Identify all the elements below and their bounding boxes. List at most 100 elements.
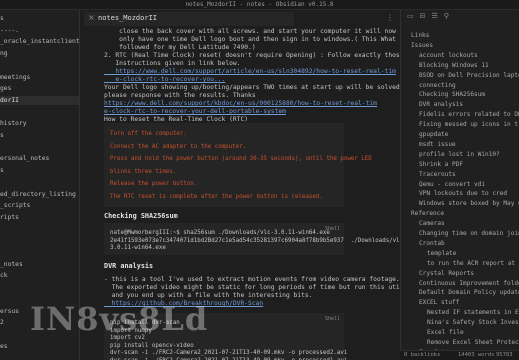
outline-item[interactable]: Changing time on domain joined (419, 230, 519, 238)
note-line: The exported video might be static for l… (104, 284, 400, 291)
outline-item[interactable]: Fixing messed up icons in tray (419, 121, 519, 129)
outline-item[interactable]: Remove Excel Sheet Protection (427, 339, 519, 347)
files-icon[interactable]: ▭ (407, 12, 414, 20)
code-line: Press and hold the power button (around … (110, 156, 372, 162)
word-count: 14403 words (458, 352, 495, 358)
file-explorer-item[interactable]: dorII (0, 95, 79, 105)
outline-item[interactable]: Blocking Windows 11 (419, 62, 489, 70)
outline-item[interactable]: DVR analysis (419, 101, 463, 109)
code-line: import cv2 (110, 335, 145, 341)
file-explorer-item[interactable]: es (0, 342, 8, 351)
outline-item[interactable]: Reference (411, 210, 444, 218)
outline-item[interactable]: Continuous Improvement folder (419, 280, 519, 288)
status-bar: 0 backlinks 14403 words 95783 (400, 350, 519, 360)
code-line: Connect the AC adapter to the computer. (110, 143, 247, 150)
note-line: Your Dell logo showing up/booting/appear… (104, 84, 400, 91)
note-link[interactable]: https://www.dell.com/support/article/en-… (104, 68, 396, 76)
outline-item[interactable]: gpupdate (419, 131, 448, 139)
sha-code-block: Shell nate@MwmorbergIII:~$ sha256sum ./Do… (104, 223, 400, 255)
file-explorer-item[interactable]: s (0, 166, 4, 175)
outline-item[interactable]: Tracerouts (419, 171, 456, 179)
outline-item[interactable]: Excel file (427, 329, 464, 337)
outline-item[interactable]: to run the ACR report at 6am (427, 260, 519, 268)
file-explorer-item[interactable]: history (0, 119, 27, 128)
outline-item[interactable]: template (427, 250, 456, 258)
outline-item[interactable]: Cameras (419, 220, 445, 228)
note-line: 2. RTC (Real Time Clock) reset( doesn't … (104, 52, 400, 59)
note-link[interactable]: e-clock-rtc-to-recover-you... (104, 76, 225, 84)
more-options-icon[interactable]: ⋮ (386, 13, 394, 22)
tab-notes-mozdorii[interactable]: × notes_MozdorII (84, 12, 294, 26)
file-explorer-item[interactable]: ng (0, 49, 8, 58)
code-line: pip install dvr-scan (110, 320, 180, 326)
outline-item[interactable]: Crystal Reports (419, 270, 474, 278)
file-explorer-item[interactable]: ed_directory_listing (0, 190, 76, 199)
outline-toolbar[interactable]: ▭ ⊟ ☰ ⚲ (407, 12, 455, 20)
tab-title: notes_MozdorII (98, 14, 158, 22)
outline-item[interactable]: Nina's Safety Stock Investig (427, 319, 519, 327)
backlinks-count[interactable]: 0 backlinks (404, 352, 440, 358)
note-line: close the back cover with all screws. an… (104, 28, 396, 35)
note-link[interactable]: e-clock-rtc-to-recover-your-dell-portabl… (104, 108, 286, 116)
outline-item[interactable]: Shrink a PDF (419, 161, 463, 169)
note-line: only have one time Dell logo boot and th… (104, 36, 400, 43)
collapse-icon[interactable]: ⊟ (420, 12, 426, 20)
file-explorer-item[interactable]: ersonal_notes (0, 154, 49, 163)
outline-item[interactable]: Default Domain Policy updates (419, 289, 519, 297)
file-explorer-item[interactable]: meetings (0, 73, 30, 82)
code-line: nate@MwmorbergIII:~$ sha256sum ./Downloa… (110, 230, 330, 236)
outline-item[interactable]: Windows store boxed by May up (419, 200, 519, 208)
outline-item[interactable]: EXCEL stuff (419, 299, 459, 307)
file-explorer-item[interactable]: _scripts (0, 201, 30, 210)
character-count: 95783 (496, 352, 513, 358)
note-line: Instructions given in link below. (104, 60, 241, 67)
code-line: 2e41f1593e073e7c3474071d1bd2Bd27c1e5ad54… (110, 237, 400, 244)
code-line: dvr-scan -i ./FRC2-Camera2_2021-07-21T13… (110, 350, 348, 356)
outline-item[interactable]: Crontab (419, 240, 445, 248)
file-explorer-item[interactable]: _notes (0, 260, 23, 269)
file-explorer-item[interactable]: ck (0, 271, 8, 280)
editor-pane[interactable]: × notes_MozdorII ⋮ close the back cover … (80, 10, 400, 360)
outline-item[interactable]: Issues (411, 42, 433, 50)
code-line: Release the power button. (110, 181, 198, 187)
note-line: followed for my Dell Latitude 7490.) (104, 44, 256, 51)
code-line: Turn off the computer. (110, 131, 187, 137)
outline-pane[interactable]: ▭ ⊟ ☰ ⚲ Links Issues account lockouts Blocking… (400, 10, 519, 360)
file-explorer-item[interactable]: s (0, 14, 4, 23)
file-explorer-item[interactable]: 2 (0, 318, 4, 327)
file-explorer-item[interactable]: ersus (0, 307, 19, 316)
outline-item[interactable]: connecting (419, 82, 456, 90)
outline-item[interactable]: account lockouts (419, 52, 478, 60)
code-line: import numpy (110, 327, 152, 334)
outline-item[interactable]: Fidelis errors related to DNS (419, 111, 519, 119)
outline-item[interactable]: profile lost in Win10? (419, 151, 500, 159)
file-explorer[interactable]: s ----. _oracle_instantclientng meetings ges… (0, 10, 80, 360)
pip-code-block: Shell pip install dvr-scan import numpy imp… (104, 313, 348, 360)
outline-item[interactable]: VPN lockouts due to cred (419, 190, 507, 198)
code-line: 3.0.11-win64.exe (110, 245, 166, 251)
outline-item[interactable]: Nested IF statements in Excel (427, 309, 519, 317)
note-link[interactable]: https://www.dell.com/support/kbdoc/en-us… (104, 100, 377, 108)
note-line: please response with the results. Thanks (104, 92, 256, 99)
close-icon[interactable]: × (88, 13, 95, 22)
code-line: blinks three times. (110, 168, 177, 175)
file-explorer-item[interactable]: ----. (0, 26, 19, 35)
outline-item[interactable]: msdt issue (419, 141, 456, 149)
outline-item[interactable]: Checking SHA256sum (419, 91, 485, 99)
search-icon[interactable]: ⚲ (444, 12, 449, 20)
outline-item[interactable]: BSOD on Dell Precision laptop (419, 72, 519, 80)
outline-item[interactable]: Links (411, 32, 429, 40)
dvr-scan-link[interactable]: https://github.com/Breakthrough/DVR-Scan (104, 300, 264, 308)
heading-dvr-analysis: DVR analysis (104, 262, 154, 270)
code-language-label: Shell (324, 316, 340, 322)
file-explorer-item[interactable]: _oracle_instantclient (0, 37, 79, 46)
outline-item[interactable]: Qemu - convert vdi (419, 181, 485, 189)
file-explorer-item[interactable]: ges (0, 84, 11, 93)
file-explorer-item[interactable]: ripts (0, 213, 19, 222)
file-explorer-item[interactable]: s (0, 131, 4, 140)
window-title: notes_MozdorII - notes - Obsidian v0.15.… (185, 1, 334, 8)
outline-icon[interactable]: ☰ (432, 12, 438, 20)
note-line: and you end up with a file with the inte… (104, 292, 313, 299)
code-line: The RTC reset is complete after the powe… (110, 193, 323, 200)
code-line: pip install opencv-video (110, 342, 194, 349)
